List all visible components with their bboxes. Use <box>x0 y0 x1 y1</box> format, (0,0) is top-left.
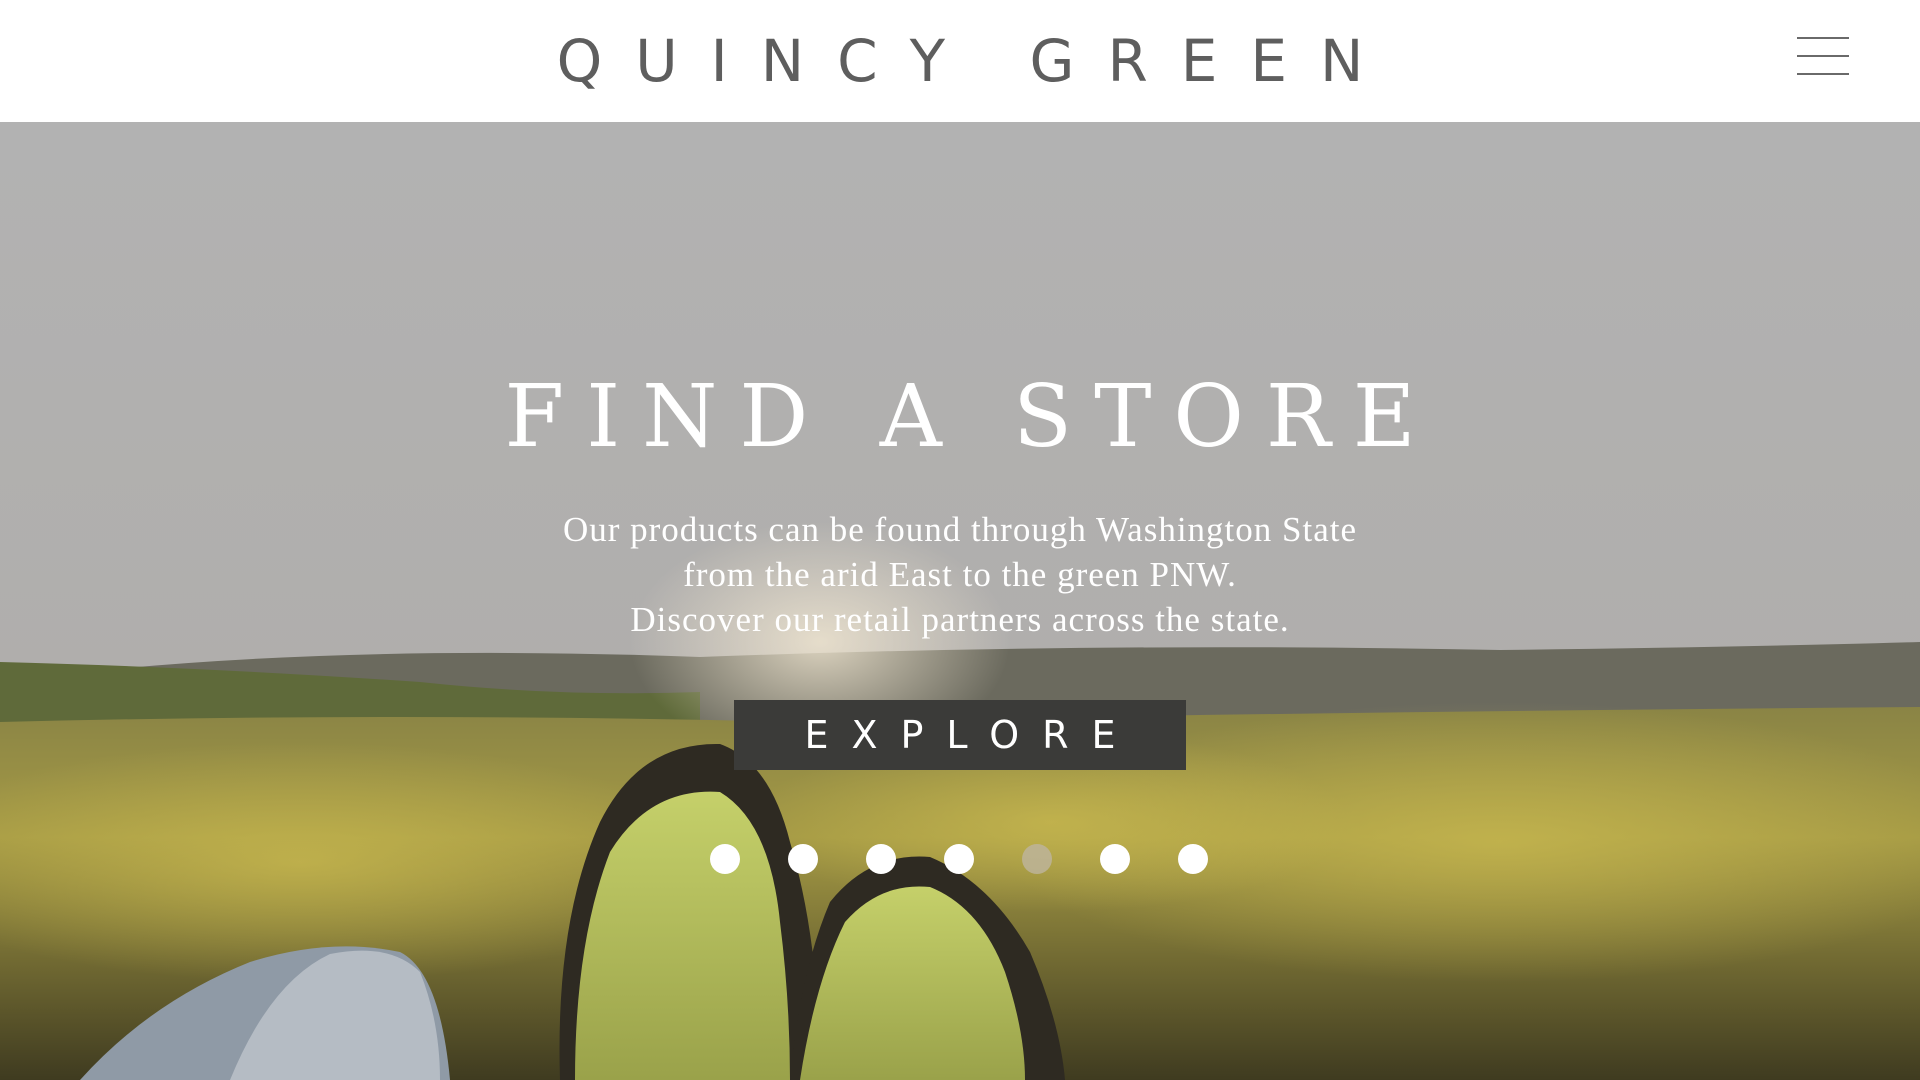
brand-logo[interactable]: QUINCY GREEN <box>0 22 1920 100</box>
hamburger-menu-icon[interactable] <box>1797 35 1849 79</box>
slider-dot[interactable] <box>866 844 896 874</box>
hero-description-line: Discover our retail partners across the … <box>630 600 1290 639</box>
hero-title: FIND A STORE <box>504 367 1438 467</box>
slider-dot[interactable] <box>1100 844 1130 874</box>
slider-dot[interactable] <box>944 844 974 874</box>
slider-pagination <box>710 844 1210 874</box>
slider-dot[interactable] <box>1022 844 1052 874</box>
hero-banner: FIND A STORE Our products can be found t… <box>0 122 1920 1080</box>
hero-description-line: Our products can be found through Washin… <box>562 510 1358 549</box>
site-header: QUINCY GREEN <box>0 0 1920 122</box>
explore-button[interactable]: EXPLORE <box>734 700 1186 770</box>
hero-description-line: from the arid East to the green PNW. <box>683 555 1237 594</box>
hero-description: Our products can be found through Washin… <box>0 507 1920 642</box>
slider-dot[interactable] <box>710 844 740 874</box>
slider-dot[interactable] <box>1178 844 1208 874</box>
slider-dot[interactable] <box>788 844 818 874</box>
